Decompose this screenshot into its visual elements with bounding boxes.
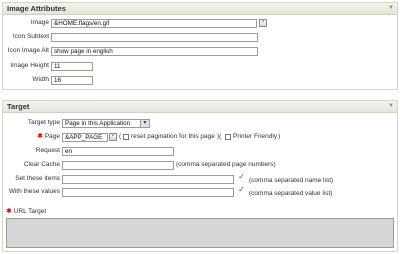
set-items-field[interactable] [62, 175, 234, 184]
required-icon: ✱ [37, 133, 43, 140]
page-field[interactable]: &APP_PAGE [62, 133, 108, 142]
request-field[interactable]: en [62, 147, 174, 156]
url-target-label-text: URL Target [13, 208, 47, 215]
collapse-icon[interactable]: ▼ [388, 103, 394, 109]
chevron-down-icon: ▼ [140, 120, 149, 127]
image-attributes-section: Image Attributes ▼ Image &HOME.flags/en.… [2, 2, 398, 90]
icon-image-alt-field[interactable]: show page in english [51, 47, 258, 56]
target-type-value: Page in this Application [65, 120, 131, 127]
icon-image-alt-label: Icon Image Alt [7, 47, 49, 54]
target-type-select[interactable]: Page in this Application ▼ [62, 119, 150, 128]
image-height-field[interactable]: 11 [51, 62, 93, 71]
collapse-icon[interactable]: ▼ [388, 5, 394, 11]
request-label: Request [35, 147, 60, 154]
target-type-label: Target type [27, 119, 60, 126]
required-icon: ✱ [6, 208, 12, 215]
page-popup-button[interactable]: ^ [109, 133, 117, 141]
section-header: Target ▼ [3, 101, 397, 113]
image-popup-button[interactable]: ^ [259, 19, 267, 27]
section-header: Image Attributes ▼ [3, 3, 397, 15]
page-label-text: Page [44, 133, 60, 140]
width-label: Width [32, 76, 49, 83]
width-field[interactable]: 16 [51, 76, 93, 85]
printer-friendly-label: Printer Friendly [233, 133, 278, 140]
reset-pagination-checkbox[interactable] [123, 134, 129, 140]
url-target-label: ✱ URL Target [6, 207, 46, 217]
reset-pagination-label: reset pagination for this page [131, 133, 215, 140]
clear-cache-label: Clear Cache [23, 161, 60, 168]
image-field[interactable]: &HOME.flags/en.gif [51, 19, 257, 28]
url-target-textarea[interactable] [6, 218, 394, 248]
set-items-label: Set these items [15, 175, 60, 182]
with-values-field[interactable] [62, 188, 234, 197]
clear-cache-hint: (comma separated page numbers) [176, 161, 276, 168]
paren-close: )( [217, 133, 222, 140]
printer-friendly-checkbox[interactable] [225, 134, 231, 140]
page-label: ✱ Page [3, 132, 60, 142]
printer-paren-close: ) [278, 133, 281, 140]
with-values-label: With these values [8, 188, 60, 195]
clear-cache-field[interactable] [62, 161, 174, 170]
checkmark-pick-icon[interactable]: ✓ [237, 185, 246, 194]
set-items-hint: (comma separated name list) [249, 177, 334, 184]
icon-subtext-field[interactable] [51, 33, 258, 42]
image-label: Image [30, 19, 49, 26]
image-height-label: Image Height [10, 62, 49, 69]
icon-subtext-label: Icon Subtext [12, 33, 49, 40]
section-title: Target [7, 102, 30, 111]
checkmark-pick-icon[interactable]: ✓ [237, 172, 246, 181]
target-section: Target ▼ Target type Page in this Applic… [2, 100, 398, 252]
section-title: Image Attributes [7, 4, 66, 13]
paren-open: ( [119, 133, 122, 140]
with-values-hint: (comma separated value list) [249, 190, 333, 197]
